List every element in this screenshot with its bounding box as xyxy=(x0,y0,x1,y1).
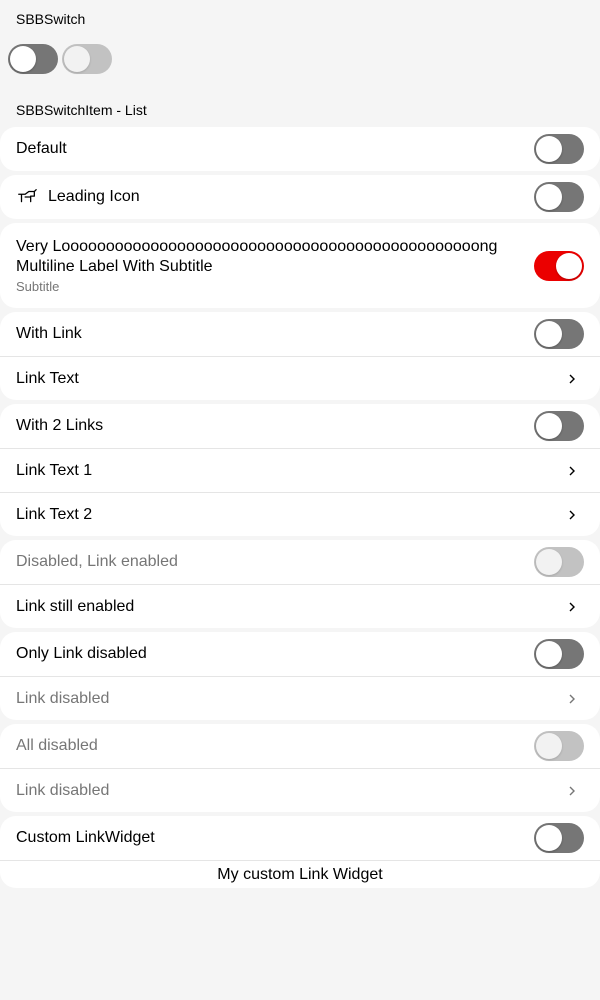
link-row-2[interactable]: Link Text 2 xyxy=(0,492,600,536)
switch-item-subtitle: Subtitle xyxy=(16,279,60,294)
train-icon xyxy=(18,189,37,203)
link-label: Link Text xyxy=(16,369,79,387)
custom-link-widget[interactable]: My custom Link Widget xyxy=(0,860,600,888)
switch-toggle[interactable] xyxy=(534,134,584,164)
switch-item-card-disabled-link-enabled: Disabled, Link enabled Link still enable… xyxy=(0,540,600,628)
link-row-disabled: Link disabled xyxy=(0,768,600,812)
switch-item-label: With 2 Links xyxy=(16,417,104,434)
switch-item-label: Default xyxy=(16,140,67,157)
switch-item-label: Disabled, Link enabled xyxy=(16,553,178,570)
link-label: Link disabled xyxy=(16,689,110,707)
switch-knob xyxy=(536,825,562,851)
switch-item-default[interactable]: Default xyxy=(0,127,600,171)
chevron-right-icon xyxy=(569,694,575,703)
switch-item-with-link[interactable]: With Link xyxy=(0,312,600,356)
switch-item-leading-icon[interactable]: Leading Icon xyxy=(0,175,600,219)
switch-item-disabled: Disabled, Link enabled xyxy=(0,540,600,584)
switch-item-card-with-link: With Link Link Text xyxy=(0,312,600,400)
switch-item-label: Leading Icon xyxy=(48,188,140,205)
link-label: Link still enabled xyxy=(16,597,135,615)
switch-knob xyxy=(536,321,562,347)
link-row[interactable]: Link Text xyxy=(0,356,600,400)
sbbswitch-enabled-toggle[interactable] xyxy=(8,44,58,74)
switch-knob xyxy=(536,413,562,439)
switch-knob xyxy=(536,733,562,759)
link-label: Link disabled xyxy=(16,781,110,799)
switch-item-label-line2: Multiline Label With Subtitle xyxy=(16,258,213,275)
switch-toggle xyxy=(534,547,584,577)
switch-toggle[interactable] xyxy=(534,319,584,349)
chevron-right-icon xyxy=(569,510,575,519)
switch-toggle[interactable] xyxy=(534,639,584,669)
switch-item-card-only-link-disabled: Only Link disabled Link disabled xyxy=(0,632,600,720)
switch-toggle xyxy=(534,731,584,761)
switch-item-card-all-disabled: All disabled Link disabled xyxy=(0,724,600,812)
chevron-right-icon xyxy=(569,786,575,795)
switch-item-label: Custom LinkWidget xyxy=(16,829,155,846)
switch-item-all-disabled: All disabled xyxy=(0,724,600,768)
switch-item-only-link-disabled[interactable]: Only Link disabled xyxy=(0,632,600,676)
chevron-right-icon xyxy=(569,466,575,475)
switch-item-card-custom-link-widget: Custom LinkWidget My custom Link Widget xyxy=(0,816,600,888)
link-row-1[interactable]: Link Text 1 xyxy=(0,448,600,492)
link-row[interactable]: Link still enabled xyxy=(0,584,600,628)
switch-knob xyxy=(536,184,562,210)
switch-item-label: Only Link disabled xyxy=(16,645,147,662)
link-row-disabled: Link disabled xyxy=(0,676,600,720)
switch-item-custom-link-widget[interactable]: Custom LinkWidget xyxy=(0,816,600,860)
sbbswitch-section-title: SBBSwitch xyxy=(16,11,86,27)
switch-item-card-with-2-links: With 2 Links Link Text 1 Link Text 2 xyxy=(0,404,600,536)
list-section-title: SBBSwitchItem - List xyxy=(16,102,147,118)
sbbswitch-disabled-toggle xyxy=(62,44,112,74)
switch-toggle[interactable] xyxy=(534,182,584,212)
switch-toggle[interactable] xyxy=(534,411,584,441)
link-label: Link Text 2 xyxy=(16,505,93,523)
switch-item-label: All disabled xyxy=(16,737,98,754)
chevron-right-icon xyxy=(569,602,575,611)
switch-toggle[interactable] xyxy=(534,250,584,281)
switch-item-label: With Link xyxy=(16,325,82,342)
link-label: Link Text 1 xyxy=(16,461,93,479)
switch-knob xyxy=(536,641,562,667)
switch-knob xyxy=(536,136,562,162)
switch-item-card-default: Default xyxy=(0,127,600,171)
switch-item-multiline[interactable]: Very Loooooooooooooooooooooooooooooooooo… xyxy=(0,223,600,308)
switch-item-card-leading-icon: Leading Icon xyxy=(0,175,600,219)
switch-knob xyxy=(10,46,36,72)
switch-toggle[interactable] xyxy=(534,823,584,853)
chevron-right-icon xyxy=(569,374,575,383)
switch-item-label-line1: Very Loooooooooooooooooooooooooooooooooo… xyxy=(16,238,498,255)
switch-knob xyxy=(556,252,582,279)
switch-item-card-multiline: Very Loooooooooooooooooooooooooooooooooo… xyxy=(0,223,600,308)
switch-knob xyxy=(64,46,90,72)
switch-knob xyxy=(536,549,562,575)
switch-item-with-2-links[interactable]: With 2 Links xyxy=(0,404,600,448)
